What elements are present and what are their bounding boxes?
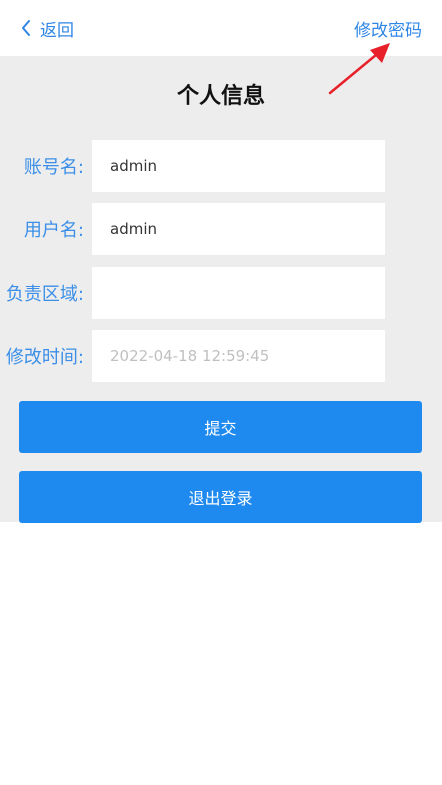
region-input[interactable] [92,267,385,319]
account-name-input[interactable] [92,140,385,192]
modified-time-label: 修改时间: [5,347,84,368]
submit-button[interactable]: 提交 [19,401,422,453]
back-label: 返回 [40,20,74,41]
region-label: 负责区域: [5,284,84,305]
modified-time-input[interactable] [92,330,385,382]
logout-button[interactable]: 退出登录 [19,471,422,523]
username-row: 用户名: [0,203,442,255]
red-arrow-icon [328,43,390,95]
username-label: 用户名: [23,220,84,241]
chevron-left-icon [20,18,36,38]
profile-page: 返回 修改密码 个人信息 账号名: 用户名: 负责区域: 修改时间: 提交 退出… [0,0,442,785]
username-input[interactable] [92,203,385,255]
profile-panel: 个人信息 账号名: 用户名: 负责区域: 修改时间: 提交 退出登录 [0,56,442,523]
region-row: 负责区域: [0,267,442,319]
account-name-row: 账号名: [0,140,442,192]
back-button[interactable]: 返回 [20,14,74,42]
modified-time-row: 修改时间: [0,330,442,382]
account-name-label: 账号名: [23,157,84,178]
